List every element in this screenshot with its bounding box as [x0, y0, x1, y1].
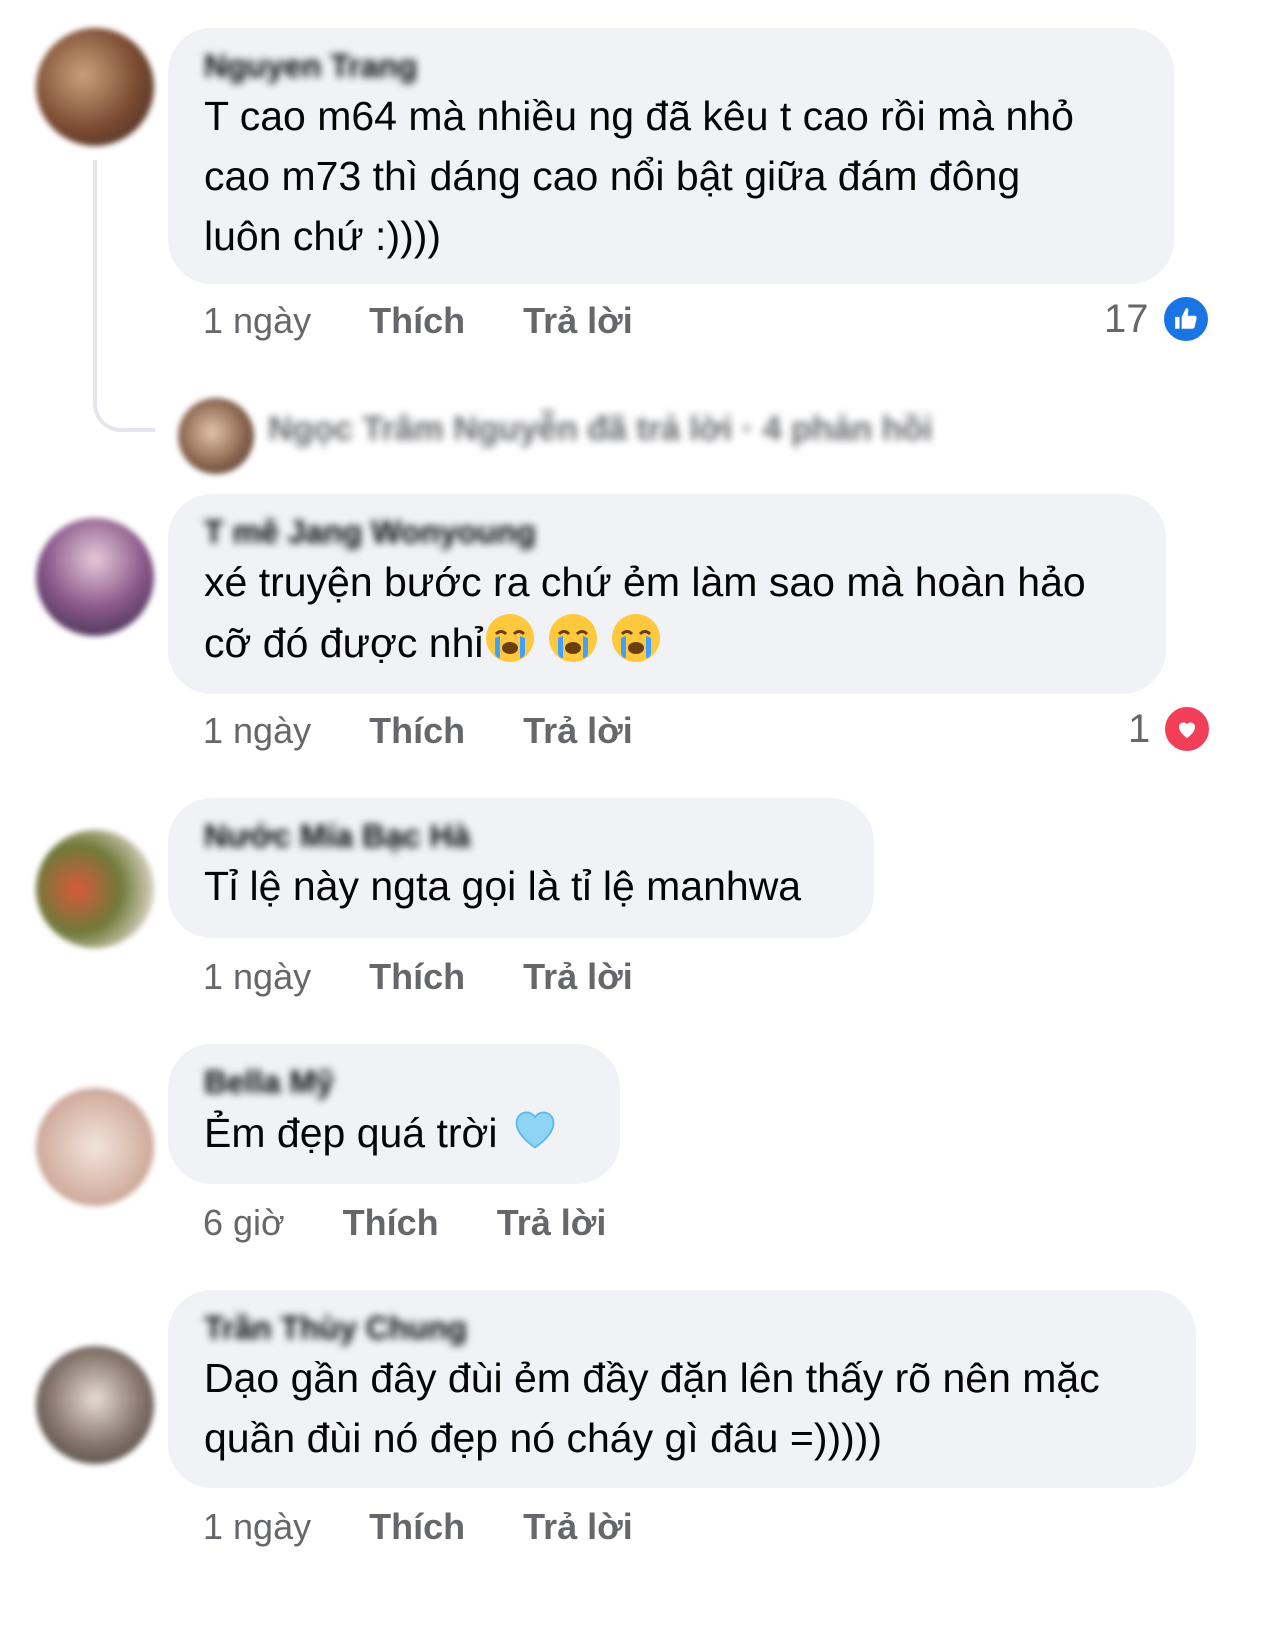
- crying-face-icon: [610, 612, 662, 680]
- reply-avatar[interactable]: [178, 398, 254, 474]
- comment-author[interactable]: T mê Jang Wonyoung: [204, 512, 1130, 552]
- crying-face-icon: [484, 612, 536, 680]
- view-replies-link[interactable]: Ngọc Trâm Nguyễn đã trả lời · 4 phản hồi: [268, 410, 933, 449]
- reply-button[interactable]: Trả lời: [523, 710, 633, 752]
- comment-text-line: xé truyện bước ra chứ ẻm làm sao mà hoàn…: [204, 559, 1086, 605]
- comment-author[interactable]: Trần Thùy Chung: [204, 1308, 1160, 1348]
- comment-text-line: Tỉ lệ này ngta gọi là tỉ lệ manhwa: [204, 863, 802, 909]
- comment-text-line: T cao m64 mà nhiều ng đã kêu t cao rồi m…: [204, 93, 1074, 139]
- comment-bubble: Trần Thùy Chung Dạo gần đây đùi ẻm đầy đ…: [168, 1290, 1196, 1488]
- comment-time: 1 ngày: [203, 710, 312, 751]
- comment-text-line: cao m73 thì dáng cao nổi bật giữa đám đô…: [204, 153, 1021, 199]
- comment-text-segment: cỡ đó được nhỉ: [204, 619, 484, 666]
- comment-text-line: quần đùi nó đẹp nó cháy gì đâu =))))): [204, 1415, 883, 1461]
- comment-text-line: Dạo gần đây đùi ẻm đầy đặn lên thấy rõ n…: [204, 1355, 1100, 1401]
- reply-button[interactable]: Trả lời: [523, 1506, 633, 1548]
- comment-actions: 1 ngày Thích Trả lời: [203, 300, 681, 342]
- comment-actions: 6 giờ Thích Trả lời: [203, 1202, 654, 1244]
- reaction-count: 17: [1104, 296, 1149, 341]
- comment-bubble: T mê Jang Wonyoung xé truyện bước ra chứ…: [168, 494, 1166, 694]
- reply-button[interactable]: Trả lời: [497, 1202, 607, 1244]
- like-button[interactable]: Thích: [369, 710, 465, 752]
- thread-connector-line: [93, 160, 155, 432]
- like-icon: [1160, 294, 1211, 344]
- comment-actions: 1 ngày Thích Trả lời: [203, 710, 681, 752]
- reaction-count: 1: [1128, 706, 1151, 751]
- reaction-summary[interactable]: 17: [1104, 294, 1211, 344]
- like-button[interactable]: Thích: [369, 1506, 465, 1548]
- comment-actions: 1 ngày Thích Trả lời: [203, 956, 681, 998]
- comment-author[interactable]: Bella Mỹ: [204, 1062, 584, 1102]
- comment-text-line: cỡ đó được nhỉ: [204, 612, 1130, 680]
- reply-button[interactable]: Trả lời: [523, 956, 633, 998]
- like-button[interactable]: Thích: [369, 956, 465, 998]
- like-button[interactable]: Thích: [343, 1202, 439, 1244]
- avatar[interactable]: [36, 830, 154, 948]
- comment-time: 1 ngày: [203, 300, 312, 341]
- comment-time: 6 giờ: [203, 1202, 285, 1243]
- comment-text-line: luôn chứ :)))): [204, 213, 442, 259]
- comment-time: 1 ngày: [203, 956, 312, 997]
- comment-bubble: Nước Mía Bạc Hà Tỉ lệ này ngta gọi là tỉ…: [168, 798, 874, 938]
- comment-bubble: Bella Mỹ Ẻm đẹp quá trời: [168, 1044, 620, 1184]
- avatar[interactable]: [36, 28, 154, 146]
- light-blue-heart-icon: [509, 1102, 561, 1170]
- avatar[interactable]: [36, 518, 154, 636]
- reaction-summary[interactable]: 1: [1128, 704, 1213, 754]
- heart-icon: [1162, 704, 1213, 754]
- avatar[interactable]: [36, 1088, 154, 1206]
- comment-text-segment: Ẻm đẹp quá trời: [204, 1109, 498, 1156]
- comment-author[interactable]: Nước Mía Bạc Hà: [204, 816, 838, 856]
- avatar[interactable]: [36, 1346, 154, 1464]
- like-button[interactable]: Thích: [369, 300, 465, 342]
- reply-button[interactable]: Trả lời: [523, 300, 633, 342]
- comment-text-line: Ẻm đẹp quá trời: [204, 1102, 584, 1170]
- comment-time: 1 ngày: [203, 1506, 312, 1547]
- comment-actions: 1 ngày Thích Trả lời: [203, 1506, 681, 1548]
- comment-bubble: Nguyen Trang T cao m64 mà nhiều ng đã kê…: [168, 28, 1174, 284]
- crying-face-icon: [547, 612, 599, 680]
- comment-author[interactable]: Nguyen Trang: [204, 46, 1138, 86]
